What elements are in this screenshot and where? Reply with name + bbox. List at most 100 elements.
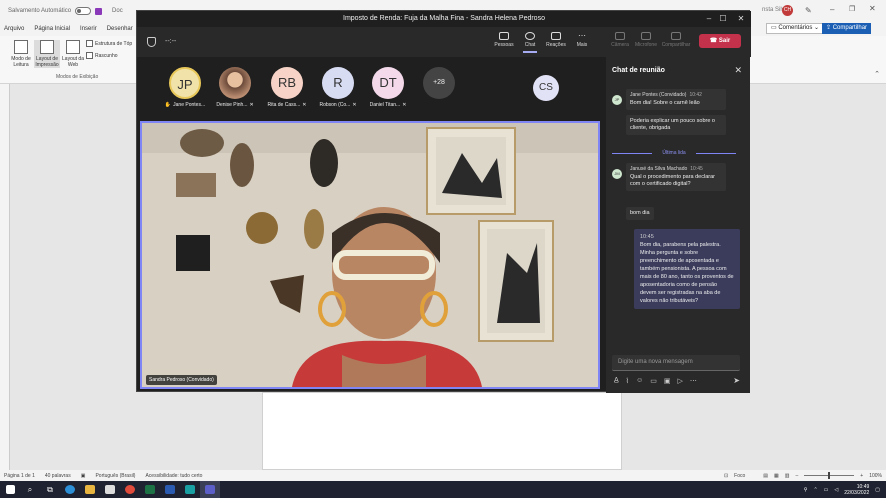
chrome-icon[interactable] (120, 481, 140, 498)
zoom-in-icon[interactable]: + (860, 473, 863, 479)
more-button[interactable]: ⋯ Mais (567, 31, 597, 49)
participant-name: Denise Pinh... (216, 102, 248, 108)
taskbar: ⌕ ⧉ (0, 481, 886, 498)
chat-avatar: JP (612, 95, 622, 105)
chat-panel: Chat de reunião ✕ JP Jane Pontes (Convid… (606, 57, 750, 393)
web-layout-label: Layout da Web (62, 56, 84, 68)
excel-icon[interactable] (140, 481, 160, 498)
web-view-icon[interactable]: ▥ (785, 473, 790, 479)
mic-button[interactable]: Microfone (631, 32, 661, 48)
close-icon[interactable]: ✕ (735, 13, 747, 25)
more-participants-count: +28 (423, 67, 455, 99)
emoji-icon[interactable]: ☺ (636, 377, 643, 385)
vertical-ruler (0, 84, 10, 470)
comments-button[interactable]: ▭ Comentários ⌄ (766, 23, 825, 34)
read-mode-icon (14, 40, 28, 54)
own-chat-message: 10:45 Bom dia, parabens pela palestra. M… (634, 229, 740, 309)
reactions-icon (551, 32, 561, 40)
autosave-label: Salvamento Automático (8, 8, 72, 14)
proofing-icon[interactable]: ▣ (81, 473, 86, 479)
status-right: ⊡ Foco ▤ ▦ ▥ – + 100% (724, 470, 882, 481)
autosave-toggle[interactable] (75, 7, 92, 15)
mic-muted-icon: ✕ (402, 102, 407, 108)
attach-icon[interactable]: ⌇ (626, 377, 629, 385)
participant[interactable]: DT Daniel Titan... ✕ (368, 67, 408, 108)
pen-icon[interactable]: ✎ (805, 6, 812, 15)
sticker-icon[interactable]: ▣ (664, 377, 671, 385)
participant[interactable]: Denise Pinh... ✕ (215, 67, 255, 108)
mic-label: Microfone (635, 42, 657, 48)
gif-icon[interactable]: ▭ (650, 377, 657, 385)
message-text: bom dia (630, 210, 650, 216)
read-mode-button[interactable]: Modo de Leitura (8, 40, 34, 68)
minimize-icon[interactable]: – (703, 13, 715, 25)
participant[interactable]: R Robson (Co... ✕ (318, 67, 358, 108)
compose-input[interactable]: Digite uma nova mensagem (612, 355, 740, 371)
more-label: Mais (576, 42, 588, 48)
close-icon[interactable]: ✕ (734, 65, 742, 76)
notification-icon[interactable]: ▢ (875, 487, 880, 493)
search-icon[interactable]: ⌕ (20, 481, 40, 498)
chevron-up-icon[interactable]: ⌃ (813, 487, 817, 493)
document-page[interactable] (262, 392, 622, 470)
share-button[interactable]: ⇪ Compartilhar (822, 23, 872, 34)
menu-pagina-inicial[interactable]: Página Inicial (34, 26, 70, 32)
outline-button[interactable]: Estrutura de Tóp (86, 40, 132, 47)
zoom-slider[interactable] (804, 472, 855, 479)
read-view-icon[interactable]: ▤ (763, 473, 768, 479)
format-icon[interactable]: A̲ (614, 377, 619, 385)
windows-icon[interactable] (0, 481, 20, 498)
share-screen-button[interactable]: Compartilhar (661, 32, 691, 48)
close-icon[interactable]: ✕ (869, 4, 876, 13)
edge-icon[interactable] (60, 481, 80, 498)
person-icon[interactable]: ⚲ (804, 487, 808, 493)
people-icon (499, 32, 509, 40)
more-icon: ⋯ (578, 31, 586, 40)
accessibility-status[interactable]: Acessibilidade: tudo certo (145, 473, 202, 479)
video-participant-name: Sandra Pedroso (Convidado) (146, 375, 217, 385)
zoom-out-icon[interactable]: – (796, 473, 799, 479)
message-author: Jane Pontes (Convidado) (630, 92, 687, 98)
print-layout-button[interactable]: Layout de Impressão (34, 40, 60, 68)
word-icon[interactable] (160, 481, 180, 498)
main-video[interactable]: Sandra Pedroso (Convidado) (140, 121, 600, 389)
save-icon[interactable] (95, 7, 103, 15)
restore-icon[interactable]: ❐ (849, 5, 855, 13)
message-time: 10:45 (690, 166, 703, 172)
mail-icon[interactable] (100, 481, 120, 498)
minimize-icon[interactable]: – (830, 5, 834, 14)
leave-button[interactable]: ☎ Sair (699, 34, 741, 48)
participant[interactable]: JP ✋ Jane Pontes... (165, 67, 205, 108)
menu-arquivo[interactable]: Arquivo (4, 26, 24, 32)
network-icon[interactable]: ▭ (824, 487, 829, 493)
print-view-icon[interactable]: ▦ (774, 473, 779, 479)
language[interactable]: Português (Brasil) (95, 473, 135, 479)
participant[interactable]: RB Rita de Cass... ✕ (267, 67, 307, 108)
ribbon-collapse-icon[interactable]: ⌃ (874, 70, 880, 78)
clock[interactable]: 10:49 22/03/2022 (844, 484, 869, 496)
more-options-icon[interactable]: ⋯ (690, 377, 697, 385)
maximize-icon[interactable]: ☐ (717, 13, 729, 25)
send-icon[interactable]: ➤ (733, 376, 740, 385)
zoom-level[interactable]: 100% (869, 473, 882, 479)
draft-icon (86, 52, 93, 59)
menu-inserir[interactable]: Inserir (80, 26, 97, 32)
web-layout-button[interactable]: Layout da Web (60, 40, 86, 68)
last-read-divider: Última lida (612, 150, 736, 156)
stream-icon[interactable]: ▷ (678, 377, 683, 385)
focus-icon[interactable]: ⊡ (724, 473, 728, 479)
file-explorer-icon[interactable] (80, 481, 100, 498)
leave-label: Sair (718, 38, 731, 44)
task-view-icon[interactable]: ⧉ (40, 481, 60, 498)
avatar[interactable]: CH (782, 5, 793, 16)
page-count[interactable]: Página 1 de 1 (4, 473, 35, 479)
word-count[interactable]: 40 palavras (45, 473, 71, 479)
teams-icon[interactable] (200, 481, 220, 498)
whiteboard-icon[interactable] (180, 481, 200, 498)
draft-button[interactable]: Rascunho (86, 52, 118, 59)
volume-icon[interactable]: ◁ (834, 487, 838, 493)
zoom-thumb[interactable] (828, 472, 831, 479)
focus-label[interactable]: Foco (734, 473, 745, 479)
menu-desenhar[interactable]: Desenhar (107, 26, 133, 32)
more-participants[interactable]: +28 (419, 67, 459, 102)
